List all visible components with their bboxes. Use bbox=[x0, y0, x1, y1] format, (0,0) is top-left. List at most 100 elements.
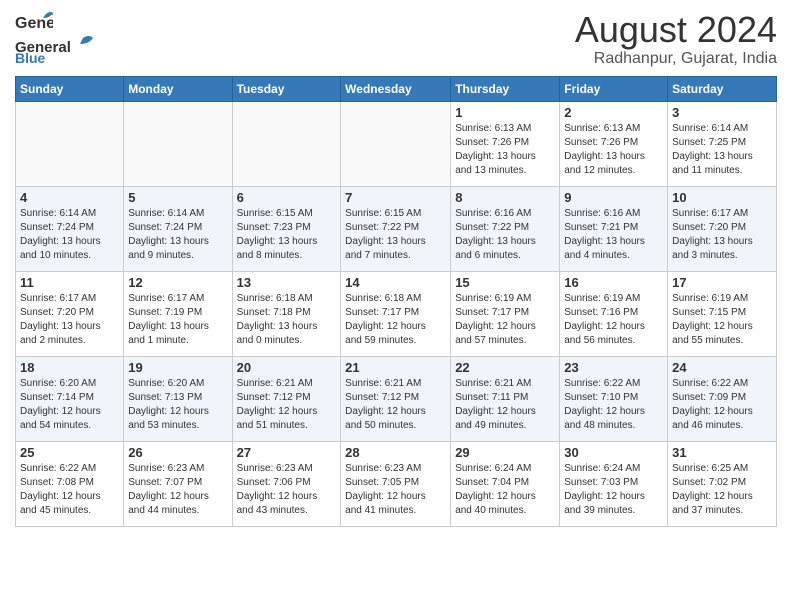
day-info: Sunrise: 6:14 AM Sunset: 7:24 PM Dayligh… bbox=[128, 207, 227, 263]
day-number: 22 bbox=[455, 360, 555, 375]
title-section: August 2024 Radhanpur, Gujarat, India bbox=[575, 10, 777, 68]
day-cell-4-2: 27 Sunrise: 6:23 AM Sunset: 7:06 PM Dayli… bbox=[232, 441, 341, 526]
day-info: Sunrise: 6:24 AM Sunset: 7:04 PM Dayligh… bbox=[455, 462, 555, 518]
page-container: General General Blue August 2024 Radhanp… bbox=[0, 0, 792, 532]
day-info: Sunrise: 6:22 AM Sunset: 7:10 PM Dayligh… bbox=[564, 377, 663, 433]
week-row-5: 25 Sunrise: 6:22 AM Sunset: 7:08 PM Dayli… bbox=[16, 441, 777, 526]
day-cell-3-6: 24 Sunrise: 6:22 AM Sunset: 7:09 PM Dayli… bbox=[668, 356, 777, 441]
day-cell-1-6: 10 Sunrise: 6:17 AM Sunset: 7:20 PM Dayli… bbox=[668, 186, 777, 271]
day-cell-2-2: 13 Sunrise: 6:18 AM Sunset: 7:18 PM Dayli… bbox=[232, 271, 341, 356]
day-number: 27 bbox=[237, 445, 337, 460]
day-info: Sunrise: 6:20 AM Sunset: 7:14 PM Dayligh… bbox=[20, 377, 119, 433]
day-cell-2-1: 12Sunrise: 6:17 AM Sunset: 7:19 PM Dayli… bbox=[124, 271, 232, 356]
day-cell-0-5: 2Sunrise: 6:13 AM Sunset: 7:26 PM Daylig… bbox=[560, 101, 668, 186]
day-number: 14 bbox=[345, 275, 446, 290]
day-number: 19 bbox=[128, 360, 227, 375]
day-info: Sunrise: 6:21 AM Sunset: 7:12 PM Dayligh… bbox=[237, 377, 337, 433]
day-cell-2-3: 14 Sunrise: 6:18 AM Sunset: 7:17 PM Dayli… bbox=[341, 271, 451, 356]
day-number: 4 bbox=[20, 190, 119, 205]
logo: General General Blue bbox=[15, 10, 95, 64]
day-number: 1 bbox=[455, 105, 555, 120]
day-number: 28 bbox=[345, 445, 446, 460]
day-cell-4-1: 26 Sunrise: 6:23 AM Sunset: 7:07 PM Dayli… bbox=[124, 441, 232, 526]
day-cell-4-5: 30 Sunrise: 6:24 AM Sunset: 7:03 PM Dayli… bbox=[560, 441, 668, 526]
day-number: 21 bbox=[345, 360, 446, 375]
day-cell-3-2: 20 Sunrise: 6:21 AM Sunset: 7:12 PM Dayli… bbox=[232, 356, 341, 441]
day-info: Sunrise: 6:13 AM Sunset: 7:26 PM Dayligh… bbox=[455, 122, 555, 178]
header-saturday: Saturday bbox=[668, 76, 777, 101]
day-info: Sunrise: 6:22 AM Sunset: 7:09 PM Dayligh… bbox=[672, 377, 772, 433]
day-info: Sunrise: 6:18 AM Sunset: 7:18 PM Dayligh… bbox=[237, 292, 337, 348]
header-friday: Friday bbox=[560, 76, 668, 101]
day-cell-2-0: 11 Sunrise: 6:17 AM Sunset: 7:20 PM Dayli… bbox=[16, 271, 124, 356]
day-cell-0-0 bbox=[16, 101, 124, 186]
day-info: Sunrise: 6:23 AM Sunset: 7:06 PM Dayligh… bbox=[237, 462, 337, 518]
day-number: 6 bbox=[237, 190, 337, 205]
day-info: Sunrise: 6:25 AM Sunset: 7:02 PM Dayligh… bbox=[672, 462, 772, 518]
day-number: 3 bbox=[672, 105, 772, 120]
day-number: 30 bbox=[564, 445, 663, 460]
day-cell-4-3: 28 Sunrise: 6:23 AM Sunset: 7:05 PM Dayli… bbox=[341, 441, 451, 526]
day-number: 23 bbox=[564, 360, 663, 375]
calendar-table: Sunday Monday Tuesday Wednesday Thursday… bbox=[15, 76, 777, 527]
header-wednesday: Wednesday bbox=[341, 76, 451, 101]
day-info: Sunrise: 6:15 AM Sunset: 7:23 PM Dayligh… bbox=[237, 207, 337, 263]
day-cell-2-4: 15 Sunrise: 6:19 AM Sunset: 7:17 PM Dayli… bbox=[451, 271, 560, 356]
day-cell-1-0: 4Sunrise: 6:14 AM Sunset: 7:24 PM Daylig… bbox=[16, 186, 124, 271]
day-number: 10 bbox=[672, 190, 772, 205]
svg-text:General: General bbox=[15, 15, 53, 32]
week-row-2: 4 Sunrise: 6:14 AM Sunset: 7:24 PM Daylig… bbox=[16, 186, 777, 271]
day-cell-3-5: 23 Sunrise: 6:22 AM Sunset: 7:10 PM Dayli… bbox=[560, 356, 668, 441]
header-monday: Monday bbox=[124, 76, 232, 101]
day-info: Sunrise: 6:19 AM Sunset: 7:17 PM Dayligh… bbox=[455, 292, 555, 348]
day-cell-3-0: 18 Sunrise: 6:20 AM Sunset: 7:14 PM Dayli… bbox=[16, 356, 124, 441]
day-info: Sunrise: 6:17 AM Sunset: 7:20 PM Dayligh… bbox=[20, 292, 119, 348]
day-number: 8 bbox=[455, 190, 555, 205]
day-cell-2-5: 16 Sunrise: 6:19 AM Sunset: 7:16 PM Dayli… bbox=[560, 271, 668, 356]
day-cell-4-0: 25 Sunrise: 6:22 AM Sunset: 7:08 PM Dayli… bbox=[16, 441, 124, 526]
day-info: Sunrise: 6:14 AM Sunset: 7:25 PM Dayligh… bbox=[672, 122, 772, 178]
day-info: Sunrise: 6:23 AM Sunset: 7:07 PM Dayligh… bbox=[128, 462, 227, 518]
day-number: 13 bbox=[237, 275, 337, 290]
day-cell-1-3: 7Sunrise: 6:15 AM Sunset: 7:22 PM Daylig… bbox=[341, 186, 451, 271]
day-number: 11 bbox=[20, 275, 119, 290]
day-info: Sunrise: 6:18 AM Sunset: 7:17 PM Dayligh… bbox=[345, 292, 446, 348]
week-row-1: 1 Sunrise: 6:13 AM Sunset: 7:26 PM Daylig… bbox=[16, 101, 777, 186]
day-info: Sunrise: 6:22 AM Sunset: 7:08 PM Dayligh… bbox=[20, 462, 119, 518]
day-cell-0-6: 3 Sunrise: 6:14 AM Sunset: 7:25 PM Daylig… bbox=[668, 101, 777, 186]
day-cell-1-2: 6 Sunrise: 6:15 AM Sunset: 7:23 PM Daylig… bbox=[232, 186, 341, 271]
day-number: 31 bbox=[672, 445, 772, 460]
day-number: 7 bbox=[345, 190, 446, 205]
day-number: 16 bbox=[564, 275, 663, 290]
day-cell-3-4: 22 Sunrise: 6:21 AM Sunset: 7:11 PM Dayli… bbox=[451, 356, 560, 441]
day-number: 24 bbox=[672, 360, 772, 375]
day-cell-0-2 bbox=[232, 101, 341, 186]
week-row-4: 18 Sunrise: 6:20 AM Sunset: 7:14 PM Dayli… bbox=[16, 356, 777, 441]
day-number: 15 bbox=[455, 275, 555, 290]
day-number: 5 bbox=[128, 190, 227, 205]
logo-full: General Blue bbox=[15, 36, 95, 64]
day-info: Sunrise: 6:17 AM Sunset: 7:19 PM Dayligh… bbox=[128, 292, 227, 348]
day-info: Sunrise: 6:17 AM Sunset: 7:20 PM Dayligh… bbox=[672, 207, 772, 263]
day-cell-0-3 bbox=[341, 101, 451, 186]
day-info: Sunrise: 6:21 AM Sunset: 7:11 PM Dayligh… bbox=[455, 377, 555, 433]
day-cell-1-1: 5 Sunrise: 6:14 AM Sunset: 7:24 PM Daylig… bbox=[124, 186, 232, 271]
day-info: Sunrise: 6:19 AM Sunset: 7:16 PM Dayligh… bbox=[564, 292, 663, 348]
svg-text:Blue: Blue bbox=[15, 50, 46, 64]
header-sunday: Sunday bbox=[16, 76, 124, 101]
day-number: 25 bbox=[20, 445, 119, 460]
day-cell-3-3: 21Sunrise: 6:21 AM Sunset: 7:12 PM Dayli… bbox=[341, 356, 451, 441]
day-info: Sunrise: 6:16 AM Sunset: 7:21 PM Dayligh… bbox=[564, 207, 663, 263]
header-thursday: Thursday bbox=[451, 76, 560, 101]
day-info: Sunrise: 6:24 AM Sunset: 7:03 PM Dayligh… bbox=[564, 462, 663, 518]
day-cell-1-5: 9Sunrise: 6:16 AM Sunset: 7:21 PM Daylig… bbox=[560, 186, 668, 271]
day-number: 26 bbox=[128, 445, 227, 460]
day-info: Sunrise: 6:23 AM Sunset: 7:05 PM Dayligh… bbox=[345, 462, 446, 518]
day-cell-4-6: 31 Sunrise: 6:25 AM Sunset: 7:02 PM Dayli… bbox=[668, 441, 777, 526]
day-number: 20 bbox=[237, 360, 337, 375]
day-number: 18 bbox=[20, 360, 119, 375]
day-number: 29 bbox=[455, 445, 555, 460]
weekday-header-row: Sunday Monday Tuesday Wednesday Thursday… bbox=[16, 76, 777, 101]
day-cell-3-1: 19 Sunrise: 6:20 AM Sunset: 7:13 PM Dayli… bbox=[124, 356, 232, 441]
day-info: Sunrise: 6:20 AM Sunset: 7:13 PM Dayligh… bbox=[128, 377, 227, 433]
